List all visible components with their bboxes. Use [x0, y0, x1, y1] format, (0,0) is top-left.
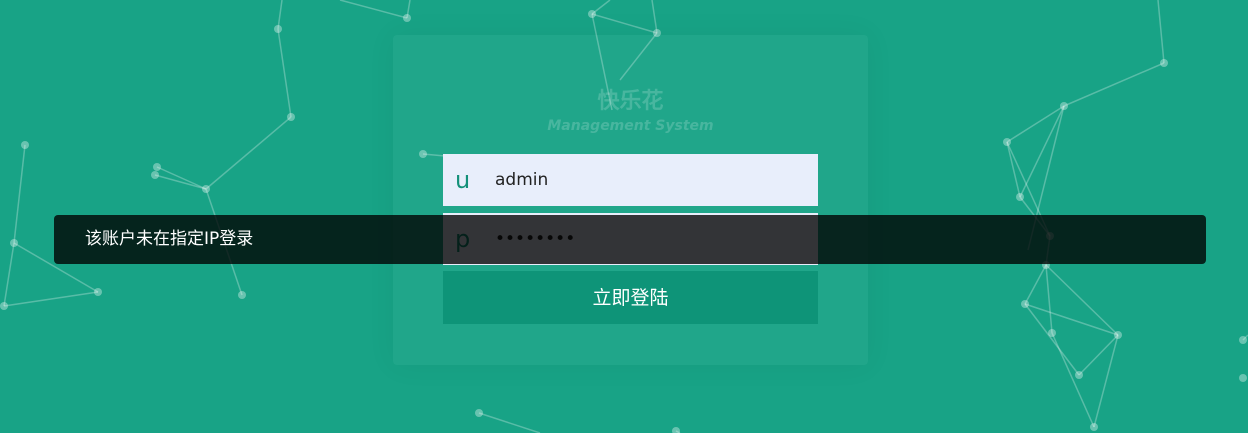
- brand-subtitle: Management System: [547, 118, 714, 134]
- login-button[interactable]: 立即登陆: [443, 271, 818, 324]
- username-prefix-icon: u: [455, 166, 471, 194]
- error-toast-message: 该账户未在指定IP登录: [85, 229, 254, 249]
- username-field[interactable]: u: [443, 154, 818, 206]
- error-toast: 该账户未在指定IP登录: [54, 215, 1206, 264]
- brand-title: 快乐花: [597, 89, 664, 114]
- username-input[interactable]: [495, 154, 805, 206]
